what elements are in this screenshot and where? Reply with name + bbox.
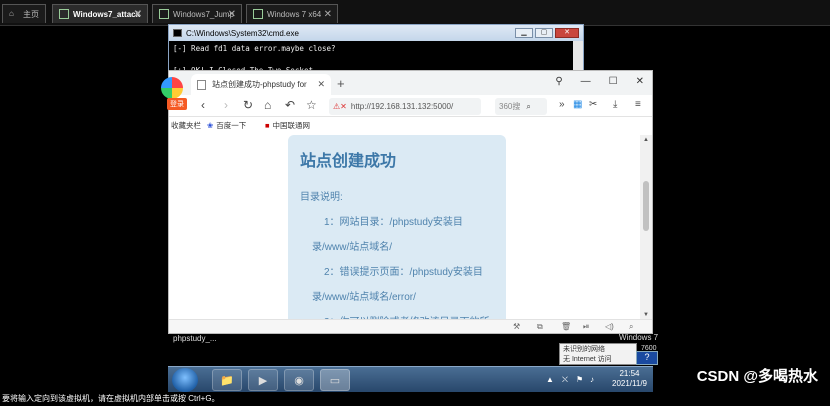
bookmarks-bar: 收藏夹栏 ❀ 百度一下 ■ 中国联通网 (169, 117, 652, 135)
vm-status-bar: 要将输入定向到该虚拟机，请在虚拟机内部单击或按 Ctrl+G。 (0, 392, 830, 406)
download-icon[interactable]: ⤓ (613, 99, 617, 110)
vm-status-text: 要将输入定向到该虚拟机，请在虚拟机内部单击或按 Ctrl+G。 (2, 394, 220, 403)
statusbar-copy-icon[interactable]: ⧉ (537, 322, 543, 332)
scroll-down-icon[interactable]: ▼ (643, 312, 649, 318)
taskbar: 📁 ▶ ◉ ▭ ▲ ⛌ ⚑ ♪ 21:54 2021/11/9 (168, 366, 653, 392)
address-bar[interactable]: ⚠✕ http://192.168.131.132:5000/ (329, 98, 481, 115)
vm-icon (159, 9, 169, 19)
back-button[interactable]: ‹ (201, 98, 205, 112)
list-item: 1：网站目录：/phpstudy安装目 (324, 217, 463, 228)
search-box[interactable]: 360搜 ⌕ (495, 98, 547, 115)
page-scrollbar[interactable]: ▲ ▼ (640, 135, 652, 320)
clock-date: 2021/11/9 (612, 379, 647, 388)
cmd-line: [-] Read fd1 data error.maybe close? (173, 44, 336, 53)
cmd-line (173, 54, 579, 65)
watermark: CSDN @多喝热水 (696, 368, 818, 385)
minimize-button[interactable]: ▁ (515, 28, 533, 38)
scissors-icon[interactable]: ✂ (589, 99, 597, 110)
minimize-button[interactable]: — (581, 76, 591, 87)
url-text: http://192.168.131.132:5000/ (350, 102, 454, 111)
browser-window: 登录 站点创建成功-phpstudy for ✕ + ⚲ — ☐ ✕ ‹ › ↻… (161, 70, 653, 334)
explorer-icon[interactable]: 📁 (212, 369, 242, 391)
page-title: 站点创建成功 (300, 153, 397, 170)
bookmark-star-button[interactable]: ☆ (306, 98, 317, 112)
close-icon[interactable]: ✕ (134, 9, 142, 20)
shirt-skin-icon[interactable]: ⚲ (555, 76, 562, 87)
close-button[interactable]: ✕ (636, 76, 644, 87)
unicom-icon: ■ (265, 121, 270, 130)
flag-icon[interactable]: ⚑ (576, 375, 583, 384)
undo-button[interactable]: ↶ (285, 98, 295, 112)
close-icon[interactable]: ✕ (324, 9, 332, 20)
os-name: Windows 7 (619, 333, 659, 342)
bookmark-baidu[interactable]: ❀ 百度一下 (207, 120, 246, 131)
list-item: 2：错误提示页面：/phpstudy安装目 (324, 267, 483, 278)
cmd-title: C:\Windows\System32\cmd.exe (186, 28, 299, 38)
scrollbar-thumb[interactable] (643, 181, 649, 231)
page-icon (197, 79, 206, 90)
vm-icon (59, 9, 69, 19)
more-icon[interactable]: » (559, 99, 565, 110)
clock-time: 21:54 (619, 369, 640, 378)
start-button[interactable] (172, 368, 198, 392)
help-icon[interactable]: ? (636, 351, 658, 365)
menu-icon[interactable]: ≡ (635, 99, 641, 110)
close-icon[interactable]: ✕ (228, 9, 236, 20)
maximize-button[interactable]: ▢ (535, 28, 553, 38)
cmd-titlebar[interactable]: C:\Windows\System32\cmd.exe ▁ ▢ ✕ (169, 25, 583, 41)
home-button[interactable]: ⌂ (264, 98, 271, 112)
close-button[interactable]: ✕ (555, 28, 579, 38)
browser-toolbar: ‹ › ↻ ⌂ ↶ ☆ ⚠✕ http://192.168.131.132:50… (169, 95, 652, 117)
list-item: 录/www/站点域名/ (312, 242, 392, 253)
page-content: 站点创建成功 目录说明: 1：网站目录：/phpstudy安装目 录/www/站… (169, 135, 641, 320)
search-icon[interactable]: ⌕ (526, 102, 530, 112)
vm-icon (253, 9, 263, 19)
baidu-paw-icon: ❀ (207, 121, 214, 130)
cmd-taskbar-icon[interactable]: ▭ (320, 369, 350, 391)
statusbar-tool-icon[interactable]: ⚒ (513, 322, 520, 331)
bookmark-folder[interactable]: 收藏夹栏 (171, 120, 201, 131)
zoom-icon[interactable]: ⌕ (629, 322, 633, 332)
vm-tab-home[interactable]: ⌂ 主页 (2, 4, 46, 23)
vm-tab-windows7-x64[interactable]: Windows 7 x64 ✕ (246, 4, 338, 23)
network-tooltip: 未识别的网络 无 Internet 访问 (559, 343, 637, 365)
info-card: 站点创建成功 目录说明: 1：网站目录：/phpstudy安装目 录/www/站… (288, 135, 506, 320)
scroll-up-icon[interactable]: ▲ (643, 137, 649, 143)
trash-icon[interactable]: 🗑 (561, 322, 571, 331)
home-icon: ⌂ (9, 9, 14, 18)
browser-360-icon[interactable]: ◉ (284, 369, 314, 391)
cmd-icon (173, 29, 182, 37)
vm-tab-windows7-attack[interactable]: Windows7_attack ✕ (52, 4, 148, 23)
reload-button[interactable]: ↻ (243, 98, 253, 112)
clock[interactable]: 21:54 2021/11/9 (612, 369, 647, 389)
vm-tab-windows7-jump[interactable]: Windows7_Jump ✕ (152, 4, 242, 23)
tab-title: 站点创建成功-phpstudy for (212, 80, 307, 89)
apps-grid-icon[interactable]: ▦ (573, 99, 582, 110)
bookmark-unicom[interactable]: ■ 中国联通网 (265, 120, 310, 131)
speaker-icon[interactable]: ♪ (590, 375, 594, 384)
browser-statusbar: ⚒ ⧉ 🗑 ⏯ ◁) ⌕ (169, 319, 652, 333)
desktop-icon-label[interactable]: phpstudy_... (173, 334, 217, 343)
tray-arrow-icon[interactable]: ▲ (546, 375, 554, 384)
media-icon[interactable]: ⏯ (583, 322, 589, 332)
insecure-warning-icon[interactable]: ⚠✕ (333, 102, 347, 111)
intro-text: 目录说明: (300, 192, 343, 203)
list-item: 录/www/站点域名/error/ (312, 292, 416, 303)
vm-tab-strip: ⌂ 主页 Windows7_attack ✕ Windows7_Jump ✕ W… (0, 0, 830, 26)
volume-icon[interactable]: ◁) (605, 322, 614, 331)
forward-button[interactable]: › (224, 98, 228, 112)
close-tab-icon[interactable]: ✕ (317, 79, 325, 90)
media-player-icon[interactable]: ▶ (248, 369, 278, 391)
tab-phpstudy[interactable]: 站点创建成功-phpstudy for ✕ (191, 74, 331, 95)
maximize-button[interactable]: ☐ (609, 76, 618, 87)
network-icon[interactable]: ⛌ (562, 375, 568, 385)
browser-tabbar: 登录 站点创建成功-phpstudy for ✕ + ⚲ — ☐ ✕ (161, 71, 652, 110)
new-tab-button[interactable]: + (337, 76, 345, 91)
